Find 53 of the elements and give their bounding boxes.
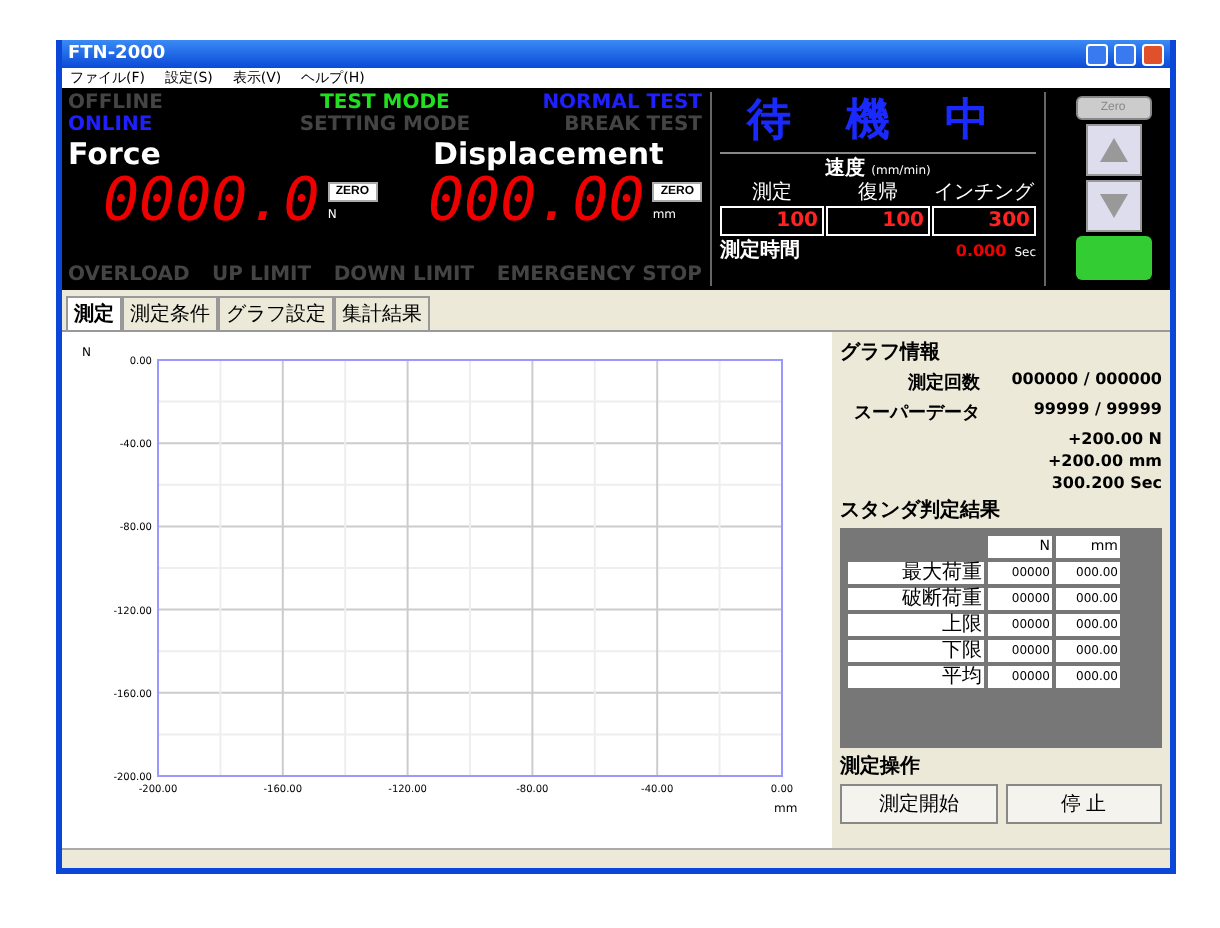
- up-button[interactable]: [1085, 124, 1141, 176]
- alarm-indicator: DOWN LIMIT: [333, 264, 475, 286]
- row-label: 破断荷重: [846, 586, 986, 612]
- mode-indicator: NORMAL TEST: [540, 92, 702, 114]
- tab[interactable]: 集計結果: [334, 296, 430, 330]
- row-label: 最大荷重: [846, 560, 986, 586]
- alarm-indicator: EMERGENCY STOP: [496, 264, 702, 286]
- alarm-indicator: UP LIMIT: [212, 264, 312, 286]
- field-label: インチング: [932, 182, 1036, 204]
- info-label: 測定回数: [906, 370, 980, 396]
- mode-indicator: SETTING MODE: [297, 114, 473, 136]
- row-label: 上限: [846, 612, 986, 638]
- tab[interactable]: 測定: [66, 296, 122, 330]
- field-label: 復帰: [856, 182, 900, 204]
- tab[interactable]: グラフ設定: [218, 296, 334, 330]
- close-button[interactable]: [1142, 43, 1164, 65]
- tab[interactable]: 測定条件: [122, 296, 218, 330]
- info-value: +200.00 N: [1065, 430, 1162, 448]
- start-button[interactable]: 測定開始: [840, 784, 997, 824]
- time-value: 0.000: [955, 242, 1007, 260]
- digital-readout: 0000.0: [102, 170, 320, 234]
- meter-label: Displacement: [431, 138, 666, 170]
- down-button[interactable]: [1085, 180, 1141, 232]
- window-title: FTN-2000: [68, 44, 168, 64]
- digital-readout: 000.00: [427, 170, 645, 234]
- section-title: 測定操作: [840, 752, 922, 780]
- section-title: グラフ情報: [840, 339, 942, 366]
- stop-button[interactable]: 停 止: [1005, 784, 1162, 824]
- mode-indicator: ONLINE: [68, 114, 155, 136]
- time-label: 測定時間: [720, 236, 800, 264]
- info-label: スーパーデータ: [852, 402, 980, 426]
- up-arrow-icon: [1097, 136, 1129, 164]
- minimize-button[interactable]: [1086, 43, 1108, 65]
- mode-indicator: BREAK TEST: [562, 114, 702, 136]
- maximize-button[interactable]: [1114, 43, 1136, 65]
- info-value: 000000 / 000000: [1009, 370, 1162, 392]
- mode-indicator: OFFLINE: [68, 92, 165, 114]
- field-label: 測定: [750, 182, 794, 204]
- info-value: 300.200 Sec: [1049, 474, 1162, 492]
- info-value: +200.00 mm: [1045, 452, 1162, 470]
- info-value: 99999 / 99999: [1031, 400, 1162, 422]
- meter-label: Force: [68, 138, 163, 170]
- speed-field[interactable]: 100: [826, 206, 930, 236]
- status-text: 待 機 中: [720, 92, 1036, 154]
- alarm-indicator: OVERLOAD: [68, 264, 190, 286]
- speed-field[interactable]: 300: [932, 206, 1036, 236]
- speed-title: 速度: [825, 154, 866, 182]
- row-label: 平均: [846, 664, 986, 690]
- mode-indicator: TEST MODE: [318, 92, 452, 114]
- row-label: 下限: [846, 638, 986, 664]
- speed-field[interactable]: 100: [720, 206, 824, 236]
- down-arrow-icon: [1097, 192, 1129, 220]
- section-title: スタンダ判定結果: [840, 496, 1002, 524]
